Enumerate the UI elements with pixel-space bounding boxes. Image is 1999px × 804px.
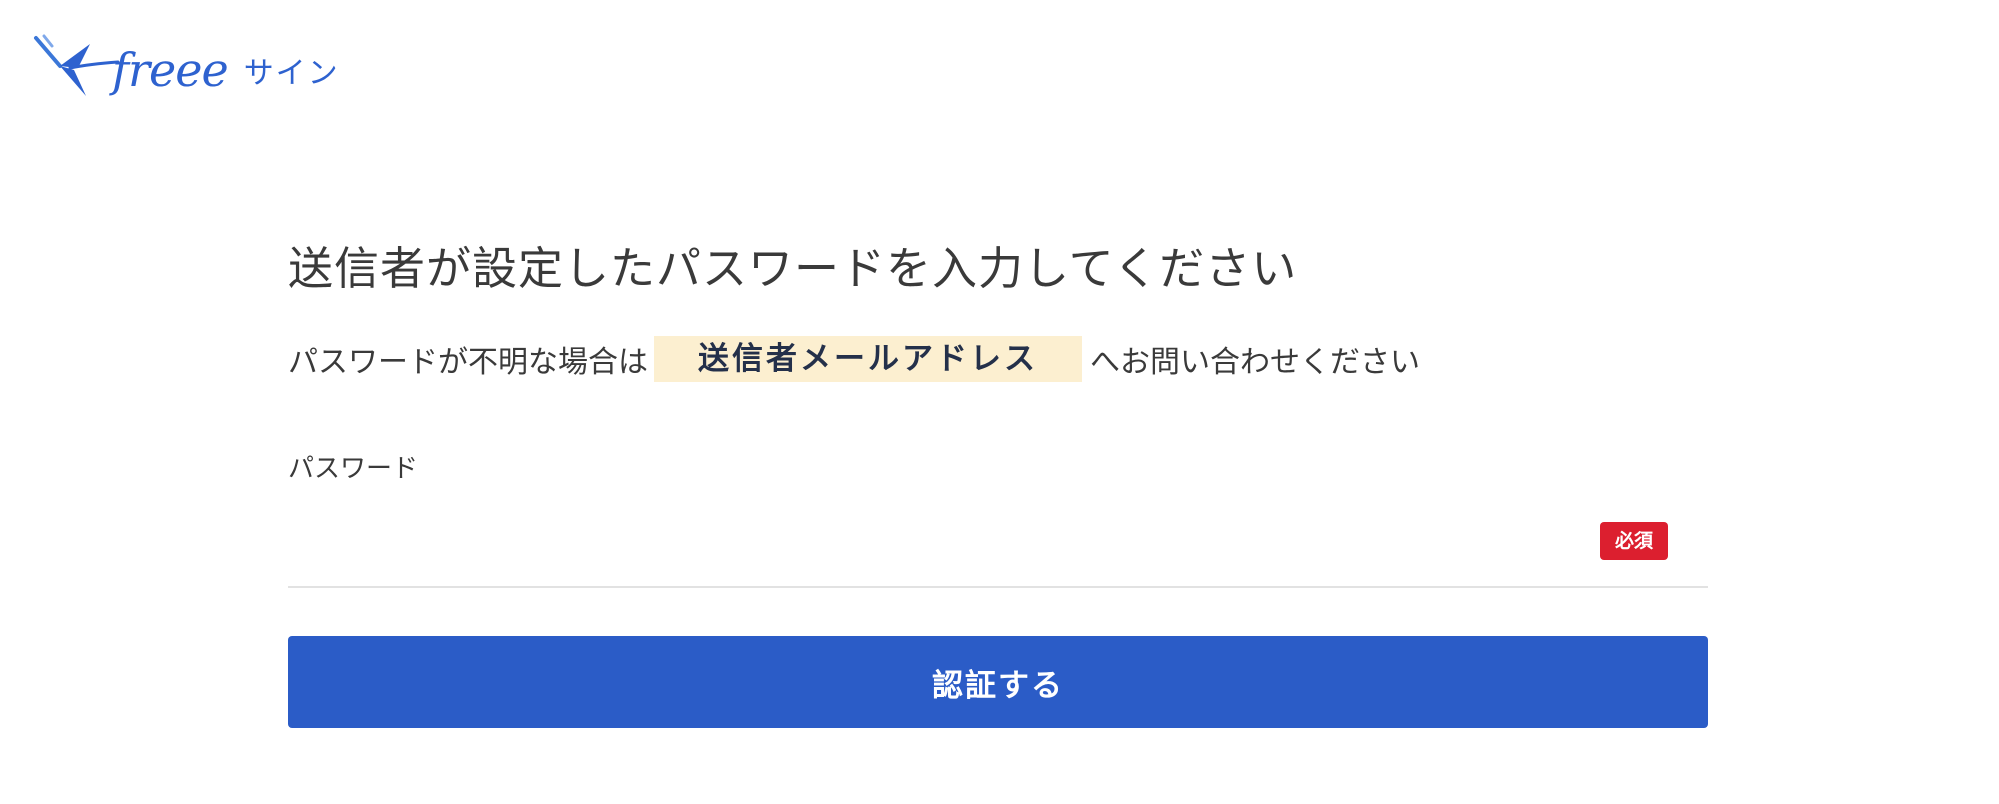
- authenticate-button[interactable]: 認証する: [288, 636, 1708, 728]
- password-label: パスワード: [288, 454, 419, 484]
- logo-brand: freee: [112, 43, 229, 97]
- bird-pen-icon: [34, 34, 120, 96]
- sender-email: 送信者メールアドレス: [654, 336, 1082, 382]
- required-badge: 必須: [1600, 522, 1668, 560]
- page: freee サイン 送信者が設定したパスワードを入力してください パスワードが不…: [0, 0, 1999, 804]
- page-title: 送信者が設定したパスワードを入力してください: [288, 242, 1298, 295]
- info-prefix: パスワードが不明な場合は: [288, 345, 648, 380]
- info-suffix: へお問い合わせください: [1090, 345, 1420, 380]
- password-field-wrapper: 必須: [288, 510, 1708, 588]
- logo-product: サイン: [243, 56, 340, 91]
- info-text: パスワードが不明な場合は 送信者メールアドレス へお問い合わせください: [288, 336, 1420, 382]
- password-input[interactable]: [288, 510, 1592, 584]
- logo[interactable]: freee サイン: [30, 30, 340, 110]
